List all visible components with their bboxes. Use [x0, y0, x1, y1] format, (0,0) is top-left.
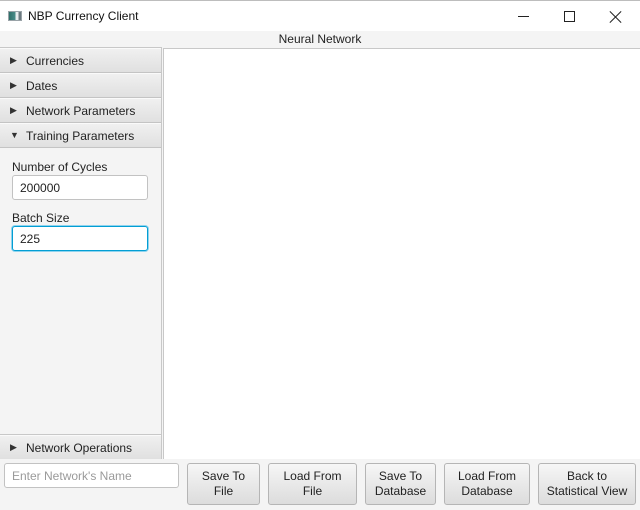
app-window-icon	[8, 11, 22, 21]
sidebar-accordion: ▶ Currencies ▶ Dates ▶ Network Parameter…	[0, 47, 162, 460]
cycles-input[interactable]	[12, 175, 148, 200]
pane-label: Network Operations	[26, 440, 133, 455]
page-title: Neural Network	[278, 32, 362, 46]
pane-dates[interactable]: ▶ Dates	[0, 73, 161, 98]
training-parameters-content: Number of Cycles Batch Size	[0, 148, 161, 435]
bottom-toolbar: Save To File Load From File Save To Data…	[0, 459, 640, 510]
pane-training-parameters[interactable]: ▼ Training Parameters	[0, 123, 161, 148]
chevron-down-icon: ▼	[10, 130, 19, 140]
load-from-file-button[interactable]: Load From File	[268, 463, 357, 505]
close-button[interactable]	[593, 1, 639, 32]
pane-label: Training Parameters	[26, 128, 135, 143]
pane-currencies[interactable]: ▶ Currencies	[0, 48, 161, 73]
chevron-right-icon: ▶	[10, 80, 17, 90]
minimize-icon	[517, 16, 529, 17]
maximize-button[interactable]	[546, 1, 592, 32]
load-from-database-button[interactable]: Load From Database	[444, 463, 530, 505]
title-bar: NBP Currency Client	[0, 0, 640, 31]
pane-network-operations[interactable]: ▶ Network Operations	[0, 435, 161, 460]
maximize-icon	[563, 11, 575, 22]
window-title: NBP Currency Client	[28, 9, 139, 23]
save-to-file-button[interactable]: Save To File	[187, 463, 260, 505]
batch-size-label: Batch Size	[12, 211, 70, 225]
network-display-area	[163, 48, 640, 459]
pane-label: Network Parameters	[26, 103, 136, 118]
chevron-right-icon: ▶	[10, 442, 17, 452]
network-name-input[interactable]	[4, 463, 179, 488]
pane-label: Dates	[26, 78, 58, 93]
cycles-label: Number of Cycles	[12, 160, 108, 174]
save-to-database-button[interactable]: Save To Database	[365, 463, 436, 505]
minimize-button[interactable]	[500, 1, 546, 32]
pane-label: Currencies	[26, 53, 85, 68]
batch-size-input[interactable]	[12, 226, 148, 251]
close-icon	[610, 11, 622, 23]
back-to-statistical-view-button[interactable]: Back to Statistical View	[538, 463, 636, 505]
pane-network-parameters[interactable]: ▶ Network Parameters	[0, 98, 161, 123]
chevron-right-icon: ▶	[10, 55, 17, 65]
chevron-right-icon: ▶	[10, 105, 17, 115]
